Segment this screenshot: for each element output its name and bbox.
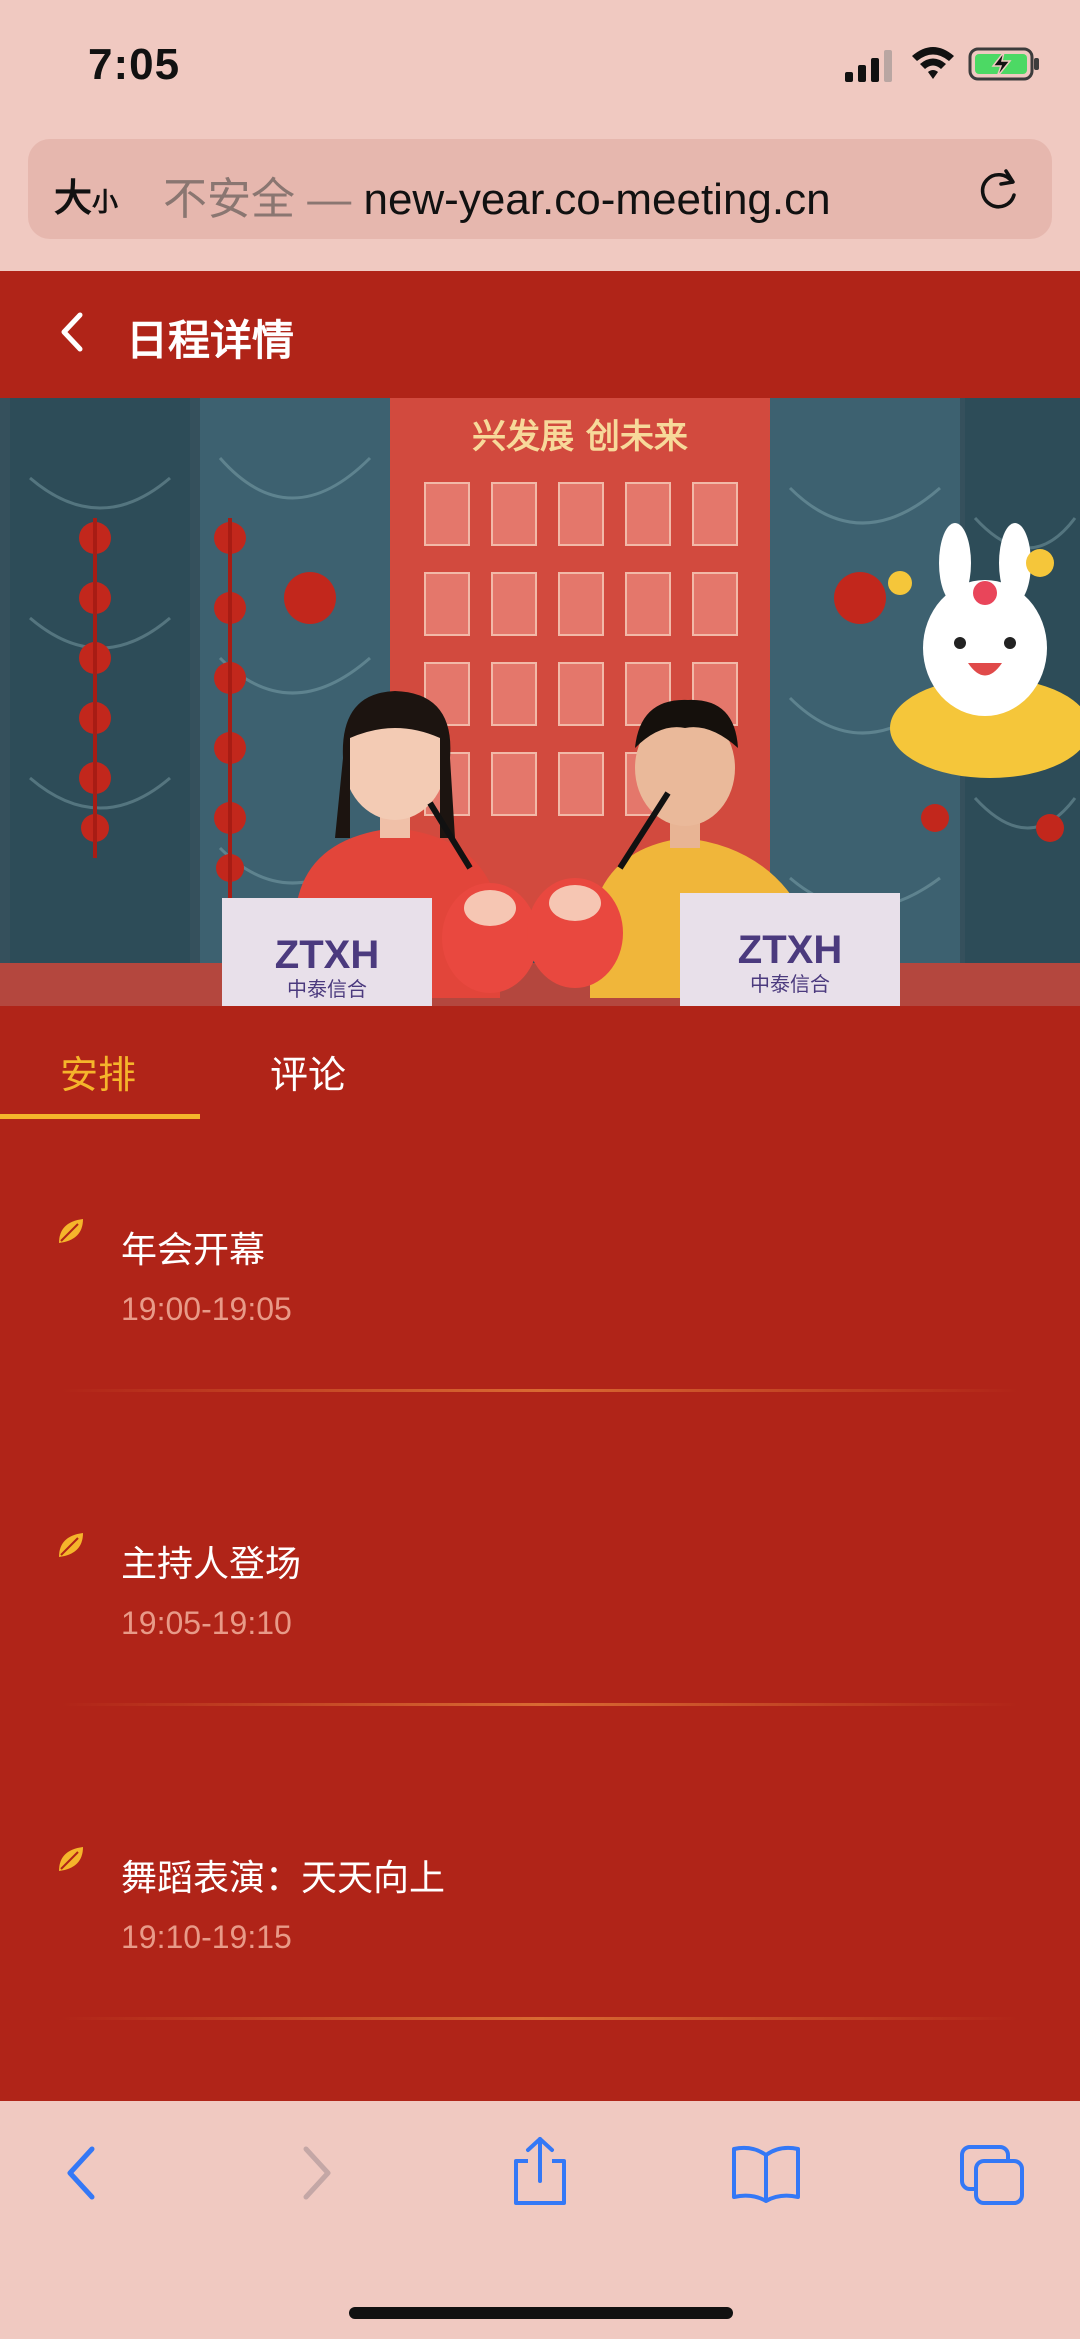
browser-toolbar (0, 2101, 1080, 2339)
text-size-label-big: 大 (54, 178, 93, 220)
home-indicator (349, 2307, 733, 2319)
podium-caption-left: 中泰信合 (287, 978, 367, 1001)
live-video-player[interactable]: 兴发展 创未来 ZTXH 中泰信合 ZTXH 中泰信合 (0, 398, 1080, 1006)
url-separator: — (307, 175, 352, 224)
leaf-icon (59, 1219, 83, 1243)
battery-charging-icon (968, 47, 1039, 81)
back-icon[interactable] (52, 307, 92, 357)
browser-forward-icon[interactable] (296, 2143, 336, 2203)
text-size-label-small: 小 (92, 187, 119, 217)
status-time: 7:05 (88, 40, 181, 89)
schedule-item-time: 19:05-19:10 (121, 1605, 292, 1641)
bookmarks-icon[interactable] (730, 2143, 802, 2203)
browser-back-icon[interactable] (62, 2143, 102, 2203)
item-divider (60, 1703, 1020, 1706)
item-divider (60, 2017, 1020, 2020)
tab-bar: 安排 评论 (0, 1006, 1080, 1121)
schedule-item-title: 舞蹈表演：天天向上 (121, 1857, 446, 1898)
podium-caption-right: 中泰信合 (750, 973, 830, 996)
status-bar: 7:05 (0, 0, 1080, 135)
schedule-item[interactable]: 年会开幕 19:00-19:05 (0, 1121, 1080, 1421)
share-icon[interactable] (510, 2135, 570, 2207)
schedule-item-time: 19:00-19:05 (121, 1291, 292, 1327)
page-title: 日程详情 (126, 317, 295, 364)
schedule-item[interactable]: 舞蹈表演：天天向上 19:10-19:15 (0, 1749, 1080, 2049)
leaf-icon (59, 1533, 83, 1557)
schedule-item-time: 19:10-19:15 (121, 1919, 292, 1955)
page-header: 日程详情 (0, 271, 1080, 398)
reload-icon[interactable] (976, 167, 1022, 213)
browser-address-area: 大小 不安全 — new-year.co-meeting.cn (0, 135, 1080, 271)
wifi-icon (912, 47, 954, 79)
tab-schedule[interactable]: 安排 (60, 1044, 136, 1099)
url-text: new-year.co-meeting.cn (363, 175, 831, 224)
cellular-signal-icon (845, 50, 892, 82)
tab-comments[interactable]: 评论 (270, 1044, 346, 1099)
leaf-icon (59, 1847, 83, 1871)
item-divider (60, 1389, 1020, 1392)
podium-logo-left: ZTXH (275, 933, 379, 977)
schedule-item[interactable]: 主持人登场 19:05-19:10 (0, 1435, 1080, 1735)
podium-logo-right: ZTXH (738, 928, 842, 972)
insecure-label: 不安全 (163, 175, 295, 224)
schedule-item-title: 主持人登场 (121, 1543, 302, 1584)
schedule-item-title: 年会开幕 (121, 1229, 266, 1270)
url-display[interactable]: 不安全 — new-year.co-meeting.cn (163, 163, 831, 227)
active-tab-indicator (0, 1114, 200, 1119)
tabs-icon[interactable] (958, 2143, 1028, 2207)
video-frame: 兴发展 创未来 ZTXH 中泰信合 ZTXH 中泰信合 (0, 398, 1080, 1006)
text-size-button[interactable]: 大小 (54, 167, 118, 222)
schedule-list: 年会开幕 19:00-19:05 主持人登场 19:05-19:10 舞蹈表演：… (0, 1121, 1080, 2101)
backdrop-text: 兴发展 创未来 (472, 417, 688, 457)
address-bar[interactable]: 大小 不安全 — new-year.co-meeting.cn (28, 139, 1052, 239)
